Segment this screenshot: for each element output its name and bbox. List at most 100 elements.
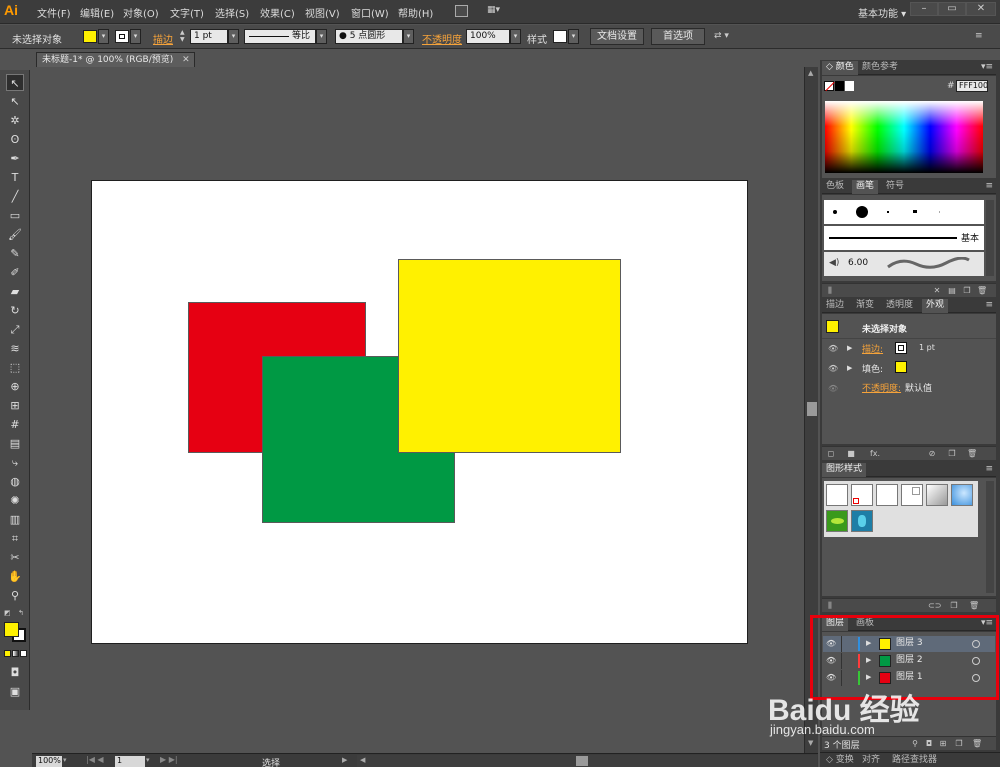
opacity-label[interactable]: 不透明度 <box>422 31 462 46</box>
status-menu-icon[interactable]: ▶ <box>342 756 347 764</box>
stroke-label[interactable]: 描边 <box>153 31 173 46</box>
tab-transform[interactable]: ◇ 变换 <box>822 754 858 767</box>
lasso-tool-icon[interactable]: ʘ <box>6 131 24 148</box>
yellow-rectangle[interactable] <box>398 259 621 453</box>
drawing-mode-icon[interactable]: ◘ <box>6 664 24 681</box>
tab-transparency[interactable]: 透明度 <box>882 299 917 313</box>
duplicate-item-icon[interactable]: ❐ <box>947 449 957 459</box>
tab-align[interactable]: 对齐 <box>858 754 884 767</box>
artboard-dropdown-icon[interactable]: ▾ <box>146 756 150 764</box>
color-panel-menu-icon[interactable]: ▾≡ <box>981 62 993 72</box>
document-tab[interactable]: 未标题-1* @ 100% (RGB/预览) ✕ <box>36 52 195 67</box>
line-tool-icon[interactable]: ╱ <box>6 188 24 205</box>
tab-symbols[interactable]: 符号 <box>882 180 908 194</box>
blend-tool-icon[interactable]: ◍ <box>6 473 24 490</box>
magic-wand-tool-icon[interactable]: ✲ <box>6 112 24 129</box>
menu-object[interactable]: 对象(O) <box>123 5 159 20</box>
appearance-fill-swatch[interactable] <box>895 361 907 373</box>
brushes-scrollbar[interactable] <box>986 200 994 276</box>
menu-select[interactable]: 选择(S) <box>215 5 249 20</box>
style-green-texture-swatch[interactable] <box>826 510 848 532</box>
tab-brushes[interactable]: 画笔 <box>852 180 879 194</box>
basic-brush-row[interactable]: 基本 <box>824 226 984 250</box>
opacity-dropdown-icon[interactable]: ▾ <box>510 29 521 44</box>
brush-definition[interactable]: ● 5 点圆形 <box>335 29 403 44</box>
selection-tool-icon[interactable]: ↖ <box>6 74 24 91</box>
fill-expand-icon[interactable]: ▶ <box>847 364 852 372</box>
pencil-tool-icon[interactable]: ✎ <box>6 245 24 262</box>
new-layer-icon[interactable]: ❐ <box>954 739 964 749</box>
tab-graphic-styles[interactable]: 图形样式 <box>822 463 867 477</box>
artboard-tool-icon[interactable]: ⌗ <box>6 530 24 547</box>
tab-color-guide[interactable]: 颜色参考 <box>858 61 902 75</box>
variable-width-profile[interactable]: 等比 <box>244 29 316 44</box>
tab-stroke[interactable]: 描边 <box>822 299 848 313</box>
menu-effect[interactable]: 效果(C) <box>260 5 295 20</box>
direct-selection-tool-icon[interactable]: ↖ <box>6 93 24 110</box>
artboard-number-field[interactable]: 1 <box>115 756 145 767</box>
new-brush-icon[interactable]: ❐ <box>962 286 972 296</box>
column-graph-tool-icon[interactable]: ▥ <box>6 511 24 528</box>
color-mode-icon[interactable] <box>4 650 11 657</box>
width-tool-icon[interactable]: ≋ <box>6 340 24 357</box>
graphic-style-library-icon[interactable]: ⫼ <box>825 601 835 611</box>
new-graphic-style-icon[interactable]: ❐ <box>949 601 959 611</box>
none-mode-icon[interactable] <box>20 650 27 657</box>
maximize-button[interactable]: ▭ <box>938 2 966 16</box>
fill-swatch[interactable] <box>83 30 97 43</box>
break-link-icon[interactable]: ⊂⊃ <box>928 601 941 611</box>
hscroll-thumb[interactable] <box>576 756 588 766</box>
tab-gradient[interactable]: 渐变 <box>852 299 878 313</box>
brush-tip-small-icon[interactable] <box>833 210 837 214</box>
color-spectrum[interactable] <box>825 101 983 173</box>
zoom-field[interactable]: 100% <box>36 756 62 767</box>
document-setup-button[interactable]: 文档设置 <box>590 28 644 45</box>
minimize-button[interactable]: – <box>910 2 938 16</box>
scroll-left-icon[interactable]: ◀ <box>360 756 365 764</box>
bridge-icon[interactable] <box>455 5 468 17</box>
art-brush-row[interactable]: ◀) 6.00 <box>824 252 984 276</box>
gradient-mode-icon[interactable] <box>12 650 19 657</box>
symbol-sprayer-tool-icon[interactable]: ✺ <box>6 492 24 509</box>
graphic-styles-menu-icon[interactable]: ≡ <box>985 464 993 474</box>
brush-tip-faint-icon[interactable] <box>939 211 940 213</box>
eyedropper-tool-icon[interactable]: ⤷ <box>6 454 24 471</box>
profile-dropdown-icon[interactable]: ▾ <box>316 29 327 44</box>
menu-view[interactable]: 视图(V) <box>305 5 340 20</box>
delete-graphic-style-icon[interactable]: 🗑 <box>969 601 979 611</box>
slice-tool-icon[interactable]: ✂ <box>6 549 24 566</box>
pen-tool-icon[interactable]: ✒ <box>6 150 24 167</box>
fill-visibility-icon[interactable]: 👁 <box>828 364 838 373</box>
tab-appearance[interactable]: 外观 <box>922 299 949 313</box>
scroll-up-icon[interactable]: ▲ <box>808 69 813 77</box>
none-color-icon[interactable] <box>824 81 835 92</box>
opacity-field[interactable]: 100% <box>466 29 510 44</box>
delete-item-icon[interactable]: 🗑 <box>967 449 977 459</box>
fill-color-box[interactable] <box>4 622 19 637</box>
preferences-button[interactable]: 首选项 <box>651 28 705 45</box>
close-button[interactable]: ✕ <box>966 2 996 16</box>
scroll-thumb[interactable] <box>807 402 817 416</box>
eraser-tool-icon[interactable]: ▰ <box>6 283 24 300</box>
style-shadow-swatch[interactable] <box>901 484 923 506</box>
workspace-switcher[interactable]: 基本功能 ▾ <box>858 5 906 20</box>
free-transform-tool-icon[interactable]: ⬚ <box>6 359 24 376</box>
stroke-expand-icon[interactable]: ▶ <box>847 344 852 352</box>
style-dropdown-icon[interactable]: ▾ <box>568 29 579 44</box>
brush-tip-calligraphic-icon[interactable] <box>913 210 917 213</box>
add-effect-icon[interactable]: fx. <box>867 449 883 459</box>
stroke-stepper-icon[interactable]: ▲ ▼ <box>180 29 189 44</box>
arrange-icon[interactable]: ⇄ ▾ <box>714 31 729 41</box>
hex-field[interactable]: FFF100 <box>956 80 988 92</box>
stroke-weight-dropdown-icon[interactable]: ▾ <box>228 29 239 44</box>
black-swatch[interactable] <box>835 81 844 91</box>
menu-window[interactable]: 窗口(W) <box>351 5 389 20</box>
tab-pathfinder[interactable]: 路径查找器 <box>888 754 941 767</box>
next-artboard-icon[interactable]: ▶ ▶| <box>160 755 178 764</box>
style-white-swatch[interactable] <box>876 484 898 506</box>
mesh-tool-icon[interactable]: # <box>6 416 24 433</box>
style-default-swatch[interactable] <box>826 484 848 506</box>
brush-tip-large-icon[interactable] <box>856 206 868 218</box>
default-colors-icon[interactable]: ◩ <box>4 609 12 617</box>
perspective-grid-tool-icon[interactable]: ⊞ <box>6 397 24 414</box>
